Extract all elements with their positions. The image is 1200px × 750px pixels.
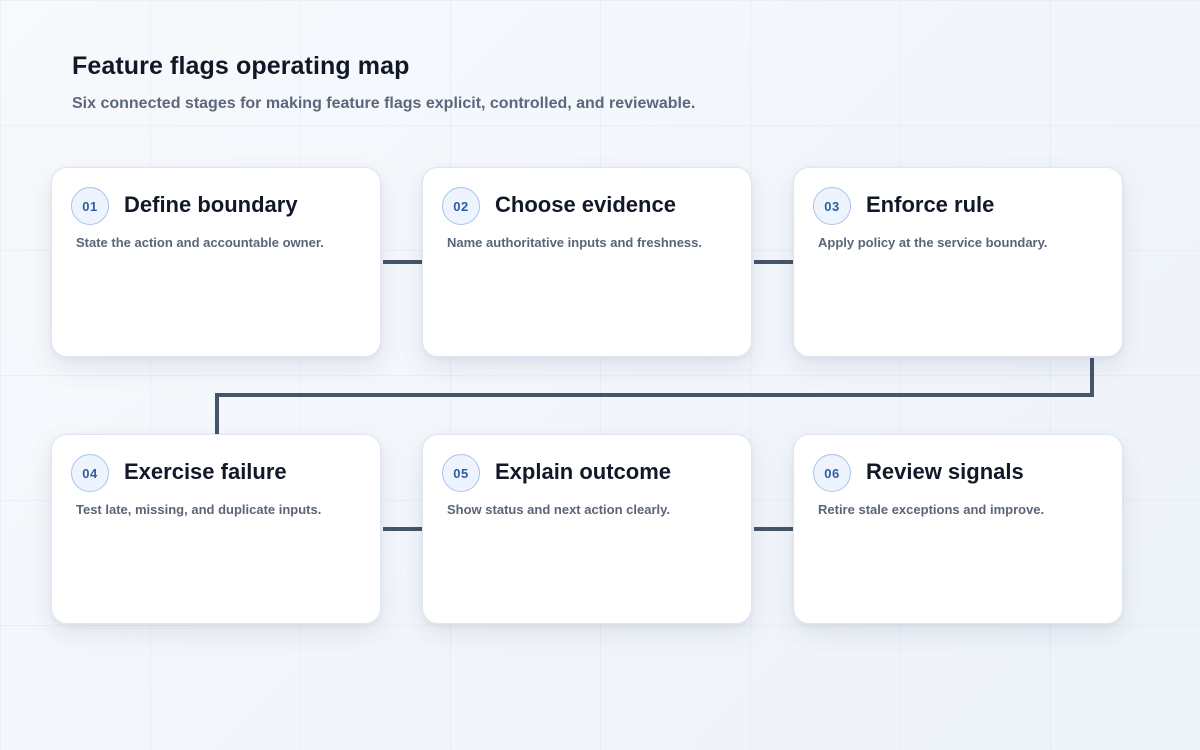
stage-title: Choose evidence [495,192,676,217]
stage-description: State the action and accountable owner. [76,235,324,250]
stage-title: Explain outcome [495,459,672,484]
stage-title: Review signals [866,459,1024,484]
stage-description: Test late, missing, and duplicate inputs… [76,502,322,517]
stage-number-badge: 03 [813,187,851,225]
stage-connectors [215,260,1094,531]
stage-number-badge: 04 [71,454,109,492]
stage-description: Name authoritative inputs and freshness. [447,235,703,250]
stage-card-enforce-rule: 03 Enforce rule Apply policy at the serv… [793,167,1123,357]
stage-title: Define boundary [124,192,298,217]
stage-description: Retire stale exceptions and improve. [818,502,1045,517]
stage-card-review-signals: 06 Review signals Retire stale exception… [793,434,1123,624]
stage-title: Exercise failure [124,459,287,484]
stage-description: Show status and next action clearly. [447,502,670,517]
stage-card-define-boundary: 01 Define boundary State the action and … [51,167,381,357]
stage-description: Apply policy at the service boundary. [818,235,1048,250]
connector-03-04 [215,358,1094,434]
stage-number-badge: 06 [813,454,851,492]
stage-card-explain-outcome: 05 Explain outcome Show status and next … [422,434,752,624]
stage-title: Enforce rule [866,192,995,217]
stage-card-exercise-failure: 04 Exercise failure Test late, missing, … [51,434,381,624]
stage-card-choose-evidence: 02 Choose evidence Name authoritative in… [422,167,752,357]
stage-number-badge: 01 [71,187,109,225]
stage-number-badge: 02 [442,187,480,225]
stage-number-badge: 05 [442,454,480,492]
